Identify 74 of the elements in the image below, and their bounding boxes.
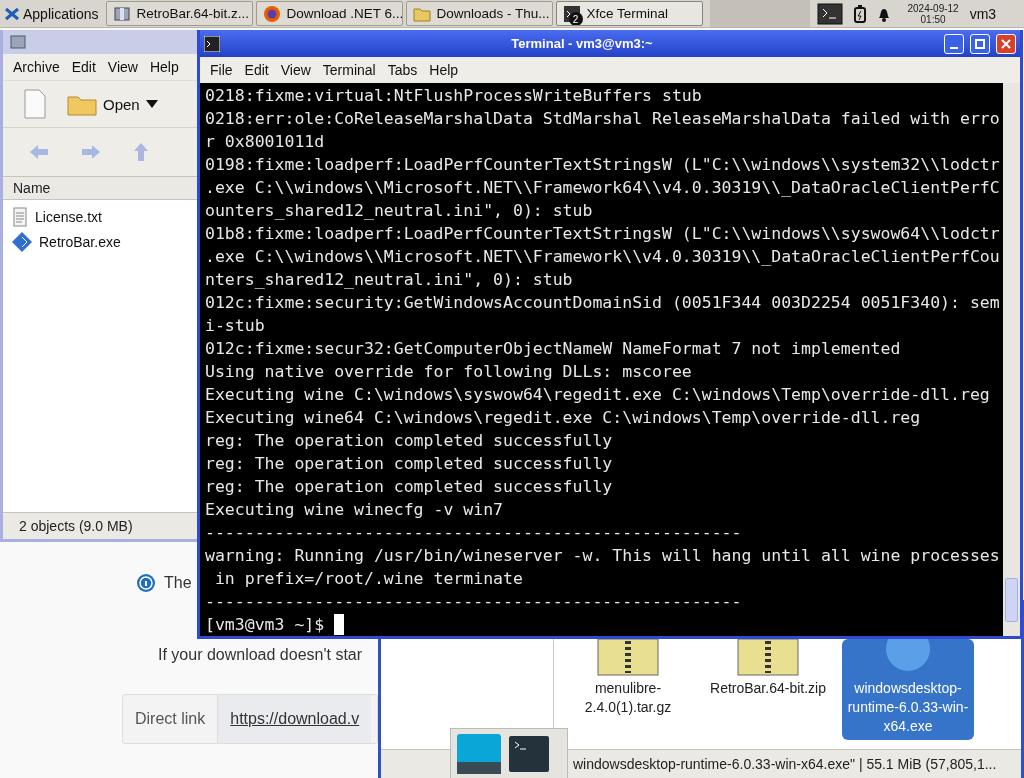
window-title: Terminal - vm3@vm3:~ [510, 36, 654, 51]
window-thumbnail[interactable] [457, 734, 501, 774]
terminal-line: r 0x8001011d [205, 131, 326, 153]
maximize-icon [975, 38, 985, 49]
terminal-line: 012c:fixme:secur32:GetComputerObjectNameW NameFormat 7 not implemented [205, 338, 902, 360]
icon-view-entry[interactable]: windowsdesktop-runtime-6.0.33-win-x64.exe [842, 639, 974, 740]
terminal-line: .exe C:\\windows\\Microsoft.NET\\Framework\\v4.0.30319\\_DataOracleClientPerfCou [205, 246, 1001, 268]
user-name: vm3 [969, 5, 997, 22]
caret-icon [145, 100, 158, 108]
menu-item[interactable]: File [204, 62, 239, 78]
menu-item[interactable]: View [274, 62, 317, 78]
download-link[interactable]: https://download.v [218, 695, 372, 743]
zip-archive-icon [736, 639, 800, 679]
terminal-line: 0218:err:ole:CoReleaseMarshalData StdMarshal ReleaseMarshalData failed with erro [205, 108, 1001, 130]
close-icon [1001, 38, 1011, 49]
zip-archive-icon [596, 639, 660, 679]
menu-item[interactable]: Terminal [316, 62, 382, 78]
terminal-line: reg: The operation completed successfully [205, 453, 614, 475]
terminal-line: 0198:fixme:loadperf:LoadPerfCounterTextStringsW (L"C:\\windows\\system32\\lodctr [205, 154, 1001, 176]
column-header[interactable]: Name [3, 177, 197, 200]
close-button[interactable] [996, 33, 1016, 54]
browser-icon [262, 4, 281, 23]
workspace-switcher[interactable] [709, 0, 810, 27]
archive-icon [9, 34, 27, 50]
menu-item[interactable]: Tabs [381, 62, 424, 78]
taskbar-button[interactable]: 2 Xfce Terminal [555, 1, 703, 26]
terminal-line: 01b8:fixme:loadperf:LoadPerfCounterTextStringsW (L"C:\\windows\\syswow64\\lodctr [205, 223, 1001, 245]
notice-text: The [164, 574, 192, 592]
terminal-line: ------------------------------------------------------ [205, 522, 743, 544]
terminal-line: i-stub [205, 315, 266, 337]
terminal-line: .exe C:\\windows\\Microsoft.NET\\Framework64\\v4.0.30319\\_DataOracleClientPerfC [205, 177, 1001, 199]
terminal-line: ------------------------------------------------------ [205, 591, 743, 613]
terminal-line: Executing wine C:\windows\syswow64\regedit.exe C:\windows\Temp\override-dll.reg [205, 384, 991, 406]
status-bar: 2 objects (9.0 MB) [3, 512, 197, 539]
terminal-line: in prefix=/root/.wine terminate [213, 568, 524, 590]
icon-view-entry[interactable]: RetroBar.64-bit.zip [702, 639, 834, 702]
terminal-icon [816, 2, 843, 25]
taskbar-button[interactable]: Download .NET 6... [255, 1, 403, 26]
folder-icon [412, 5, 431, 22]
text-file-icon [11, 206, 29, 227]
text-cursor [334, 614, 345, 635]
menu-item[interactable]: Edit [238, 62, 275, 78]
terminal-line: Using native override for following DLLs: mscoree [205, 361, 693, 383]
shell-prompt: [vm3@vm3 ~]$ [205, 614, 325, 636]
archive-icon [112, 4, 131, 23]
terminal-line: warning: Running /usr/bin/wineserver -w. This will hang until all wine processes [205, 545, 1001, 567]
download-hint: If your download doesn't star [158, 646, 364, 664]
menu-item[interactable]: View [101, 59, 144, 75]
terminal-line: Executing wine64 C:\windows\regedit.exe C:\windows\Temp\override-dll.reg [205, 407, 922, 429]
minimize-button[interactable] [944, 33, 964, 54]
minimize-icon [950, 46, 958, 49]
terminal-line: nters_shared12_neutral.ini", 0): stub [205, 269, 574, 291]
clock[interactable]: 2024-09-12 01:50 [907, 2, 959, 25]
applications-menu-button[interactable]: Applications [0, 1, 103, 26]
terminal-line: reg: The operation completed successfully [205, 476, 614, 498]
info-icon [136, 573, 156, 593]
menu-item[interactable]: Help [423, 62, 465, 78]
file-name[interactable]: License.txt [35, 208, 102, 225]
taskbar-button[interactable]: Downloads - Thu... [405, 1, 553, 26]
terminal-line: 012c:fixme:security:GetWindowsAccountDomainSid (0051F344 003D2254 0051F340): sem [205, 292, 1001, 314]
scrollbar[interactable] [1003, 83, 1020, 636]
terminal-line: ounters_shared12_neutral.ini", 0): stub [205, 200, 594, 222]
menu-item[interactable]: Archive [7, 59, 66, 75]
menu-item[interactable]: Help [143, 59, 185, 75]
taskbar-button[interactable]: RetroBar.64-bit.z... [105, 1, 253, 26]
terminal-line: Executing wine winecfg -v win7 [205, 499, 504, 521]
maximize-button[interactable] [970, 33, 990, 54]
menu-item[interactable]: Edit [65, 59, 102, 75]
terminal-icon [204, 35, 220, 52]
icon-view-entry[interactable]: menulibre-2.4.0(1).tar.gz [562, 639, 694, 721]
file-name[interactable]: RetroBar.exe [39, 233, 121, 250]
terminal-line: reg: The operation completed successfully [205, 430, 614, 452]
diamond-app-icon [11, 230, 33, 253]
terminal-line: 0218:fixme:virtual:NtFlushProcessWriteBuffers stub [205, 85, 703, 107]
